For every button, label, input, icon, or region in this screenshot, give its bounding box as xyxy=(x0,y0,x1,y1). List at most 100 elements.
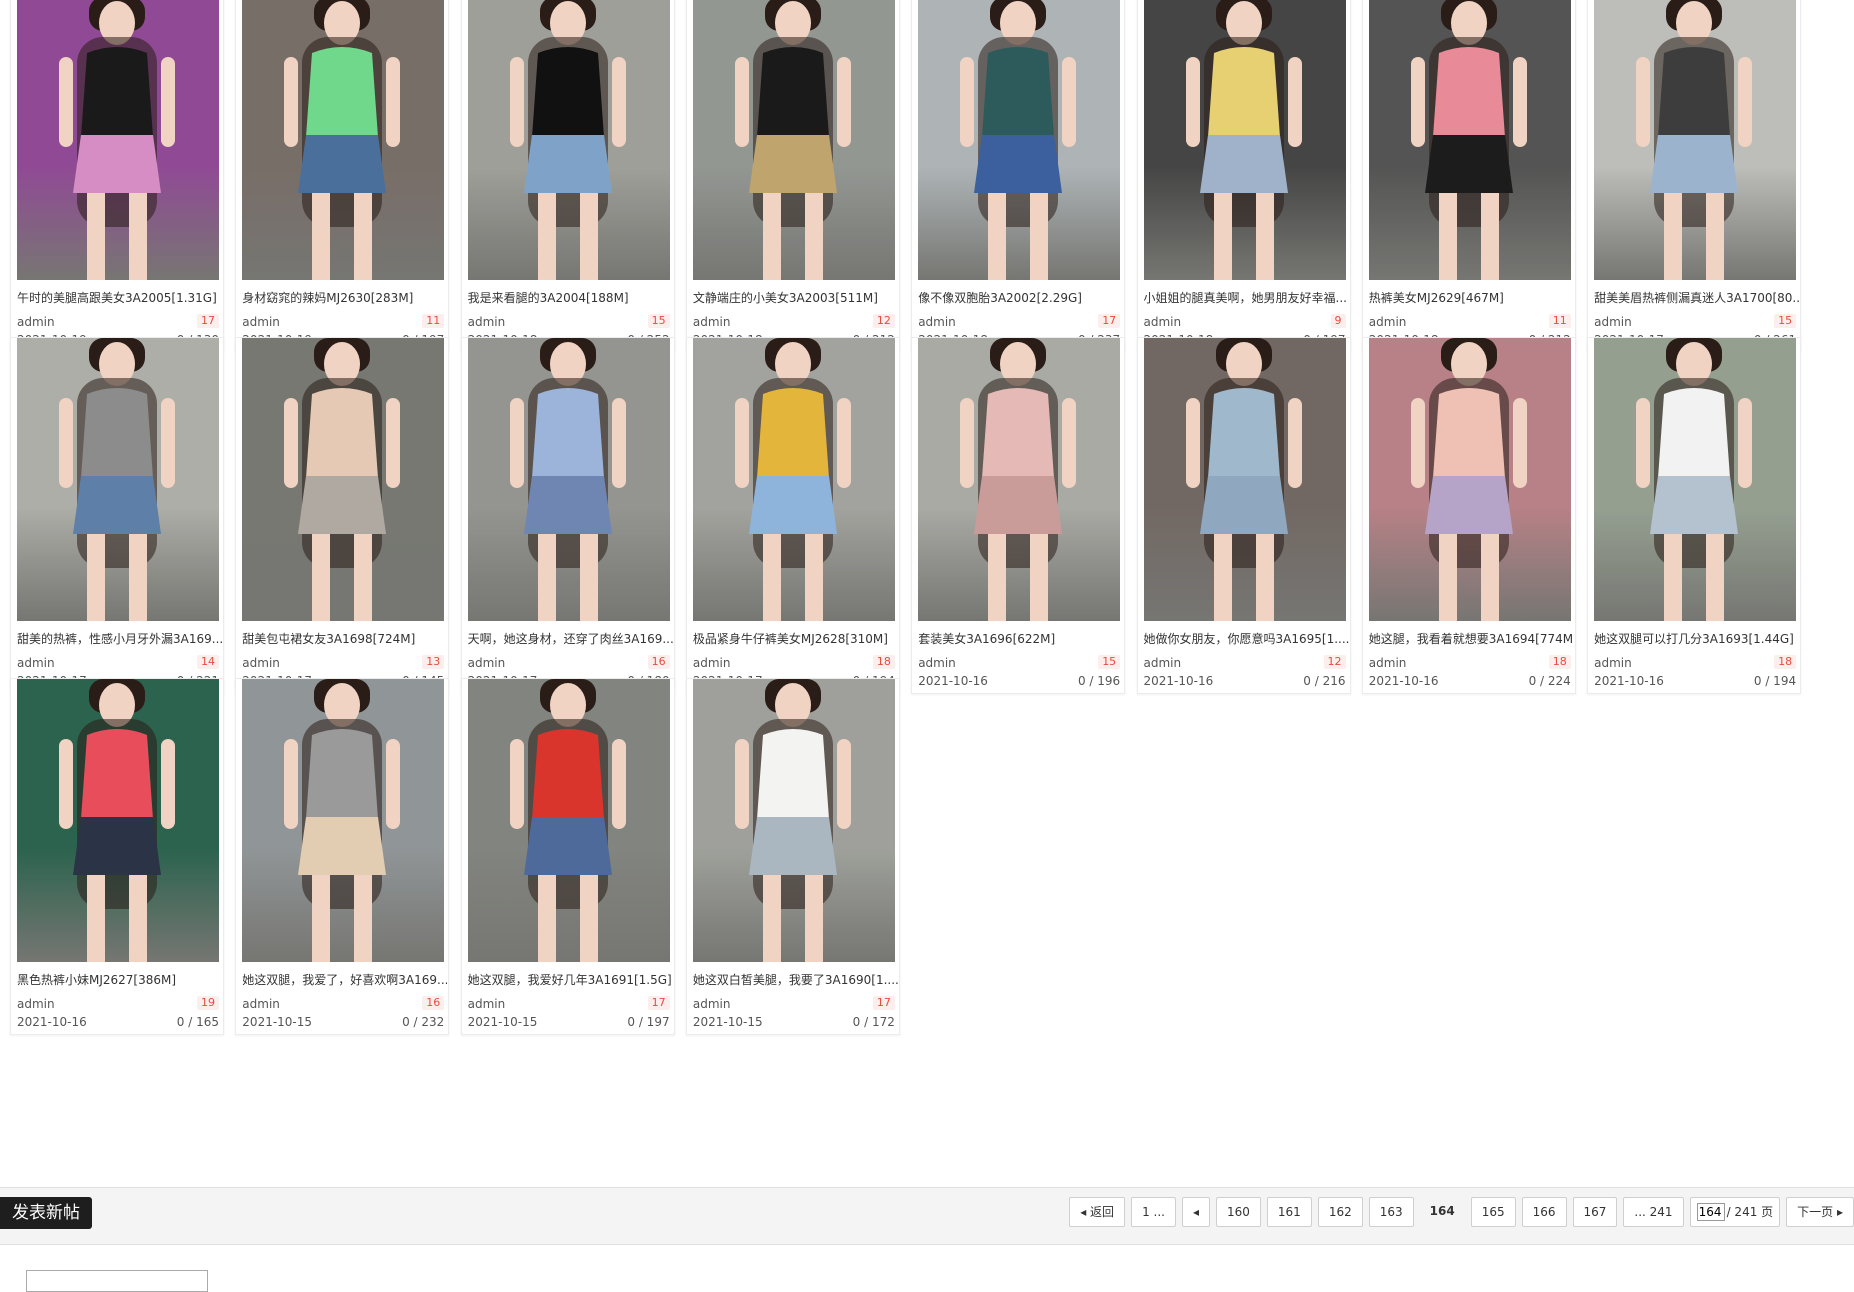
thread-thumbnail[interactable] xyxy=(1143,0,1346,280)
thread-author[interactable]: admin xyxy=(1594,656,1632,670)
thread-date: 2021-10-16 xyxy=(1143,674,1214,688)
thread-title[interactable]: 她做你女朋友，你愿意吗3A1695[1.... xyxy=(1144,631,1349,647)
page-link-166[interactable]: 166 xyxy=(1521,1197,1567,1227)
thread-author[interactable]: admin xyxy=(693,997,731,1011)
prev-page-button[interactable]: ◂ xyxy=(1181,1197,1210,1227)
thread-badge: 11 xyxy=(1548,314,1571,328)
thread-title[interactable]: 她这双腿，我爱了，好喜欢啊3A169... xyxy=(242,972,447,988)
thread-badge: 12 xyxy=(1323,655,1346,669)
thread-badge: 17 xyxy=(1098,314,1121,328)
thread-title[interactable]: 套装美女3A1696[622M] xyxy=(918,631,1123,647)
thread-author[interactable]: admin xyxy=(242,315,280,329)
back-button[interactable]: ◂ 返回 xyxy=(1069,1197,1126,1227)
thread-thumbnail[interactable] xyxy=(1594,0,1797,280)
thread-author[interactable]: admin xyxy=(468,315,506,329)
thread-author[interactable]: admin xyxy=(1144,315,1182,329)
thread-author[interactable]: admin xyxy=(468,656,506,670)
thread-author[interactable]: admin xyxy=(17,656,55,670)
thread-stats: 0 / 194 xyxy=(1753,674,1797,688)
footer-input-box[interactable] xyxy=(26,1270,208,1292)
photo-figure xyxy=(242,0,445,280)
thread-title[interactable]: 甜美的热裤，性感小月牙外漏3A169... xyxy=(17,631,222,647)
thread-author[interactable]: admin xyxy=(242,997,280,1011)
thread-author[interactable]: admin xyxy=(17,997,55,1011)
thread-author[interactable]: admin xyxy=(918,656,956,670)
thread-thumbnail[interactable] xyxy=(692,338,895,621)
thread-title[interactable]: 甜美美眉热裤侧漏真迷人3A1700[80... xyxy=(1594,290,1799,306)
page-link-165[interactable]: 165 xyxy=(1470,1197,1516,1227)
thread-title[interactable]: 她这腿，我看着就想要3A1694[774M] xyxy=(1369,631,1574,647)
thread-card: 黑色热裤小妹MJ2627[386M] admin 19 2021-10-16 0 / 1… xyxy=(10,678,224,1035)
thread-thumbnail[interactable] xyxy=(918,338,1121,621)
thread-date: 2021-10-16 xyxy=(1594,674,1664,688)
thread-title[interactable]: 像不像双胞胎3A2002[2.29G] xyxy=(918,290,1123,306)
thread-badge: 16 xyxy=(422,996,445,1010)
thread-thumbnail[interactable] xyxy=(1594,338,1797,621)
thread-title[interactable]: 黑色热裤小妹MJ2627[386M] xyxy=(17,972,222,988)
thread-thumbnail[interactable] xyxy=(692,0,895,280)
thread-badge: 19 xyxy=(197,996,219,1010)
current-page: 164 xyxy=(1429,1204,1455,1218)
thread-thumbnail[interactable] xyxy=(17,338,219,621)
thread-title[interactable]: 小姐姐的腿真美啊，她男朋友好幸福... xyxy=(1144,290,1349,306)
thread-badge: 12 xyxy=(872,314,895,328)
thread-thumbnail[interactable] xyxy=(467,679,670,962)
thread-title[interactable]: 她这双白皙美腿，我要了3A1690[1.... xyxy=(693,972,898,988)
thread-thumbnail[interactable] xyxy=(1368,338,1571,621)
first-page-link[interactable]: 1 ... xyxy=(1131,1197,1176,1227)
thread-stats: 0 / 216 xyxy=(1303,674,1346,688)
thread-thumbnail[interactable] xyxy=(1368,0,1571,280)
thread-title[interactable]: 极品紧身牛仔裤美女MJ2628[310M] xyxy=(693,631,898,647)
photo-figure xyxy=(1143,338,1346,621)
thread-author[interactable]: admin xyxy=(468,997,506,1011)
thread-author[interactable]: admin xyxy=(693,315,731,329)
photo-figure xyxy=(467,0,670,280)
page-jump-input[interactable] xyxy=(1696,1203,1725,1221)
thread-author[interactable]: admin xyxy=(1594,315,1632,329)
thread-card: 身材窈窕的辣妈MJ2630[283M]admin112021-10-190 / … xyxy=(235,0,450,353)
last-page-link[interactable]: ... 241 xyxy=(1623,1197,1684,1227)
thread-thumbnail[interactable] xyxy=(242,338,445,621)
thread-author[interactable]: admin xyxy=(242,656,280,670)
thread-thumbnail[interactable] xyxy=(467,338,670,621)
thread-thumbnail[interactable] xyxy=(918,0,1121,280)
thread-author[interactable]: admin xyxy=(918,315,956,329)
thread-title[interactable]: 她这双腿，我爱好几年3A1691[1.5G] xyxy=(468,972,673,988)
thread-title[interactable]: 文静端庄的小美女3A2003[511M] xyxy=(693,290,898,306)
thread-thumbnail[interactable] xyxy=(242,0,445,280)
photo-figure xyxy=(17,338,219,621)
thread-badge: 16 xyxy=(647,655,670,669)
thread-title[interactable]: 甜美包屯裙女友3A1698[724M] xyxy=(242,631,447,647)
pagination: ◂ 返回 1 ... ◂ 160 161 162 163 164 165 166… xyxy=(1069,1197,1854,1227)
thread-card: 天啊，她这身材，还穿了肉丝3A169...admin162021-10-170 … xyxy=(460,337,675,694)
page-link-163[interactable]: 163 xyxy=(1368,1197,1414,1227)
thread-card: 热裤美女MJ2629[467M]admin112021-10-180 / 212 xyxy=(1361,0,1576,353)
page-link-161[interactable]: 161 xyxy=(1266,1197,1312,1227)
thread-author[interactable]: admin xyxy=(1144,656,1182,670)
thread-badge: 18 xyxy=(1774,655,1797,669)
thread-thumbnail[interactable] xyxy=(692,679,895,962)
thread-author[interactable]: admin xyxy=(693,656,731,670)
thread-author[interactable]: admin xyxy=(1369,315,1407,329)
thread-title[interactable]: 午时的美腿高跟美女3A2005[1.31G] xyxy=(17,290,222,306)
new-post-button[interactable]: 发表新帖 xyxy=(0,1197,92,1229)
thread-badge: 9 xyxy=(1330,314,1346,328)
thread-thumbnail[interactable] xyxy=(242,679,445,962)
thread-author[interactable]: admin xyxy=(17,315,55,329)
thread-badge: 11 xyxy=(422,314,445,328)
thread-title[interactable]: 天啊，她这身材，还穿了肉丝3A169... xyxy=(468,631,673,647)
thread-author[interactable]: admin xyxy=(1369,656,1407,670)
thread-thumbnail[interactable] xyxy=(467,0,670,280)
thread-badge: 13 xyxy=(422,655,445,669)
thread-thumbnail[interactable] xyxy=(17,679,219,962)
thread-thumbnail[interactable] xyxy=(17,0,219,280)
thread-title[interactable]: 我是来看腿的3A2004[188M] xyxy=(468,290,673,306)
page-link-167[interactable]: 167 xyxy=(1572,1197,1618,1227)
thread-title[interactable]: 她这双腿可以打几分3A1693[1.44G] xyxy=(1594,631,1799,647)
page-link-162[interactable]: 162 xyxy=(1317,1197,1363,1227)
thread-thumbnail[interactable] xyxy=(1143,338,1346,621)
page-link-160[interactable]: 160 xyxy=(1216,1197,1261,1227)
thread-title[interactable]: 热裤美女MJ2629[467M] xyxy=(1369,290,1574,306)
thread-title[interactable]: 身材窈窕的辣妈MJ2630[283M] xyxy=(242,290,447,306)
next-page-button[interactable]: 下一页 ▸ xyxy=(1786,1197,1854,1227)
